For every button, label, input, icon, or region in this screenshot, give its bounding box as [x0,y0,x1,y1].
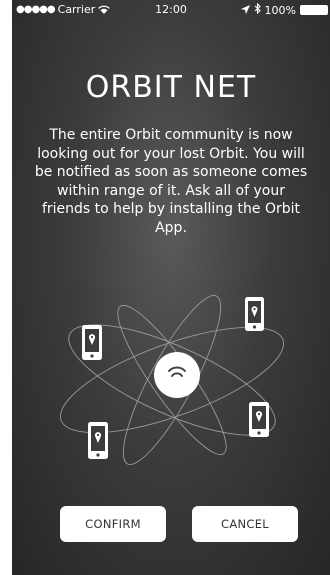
orbit-network-illustration [59,295,285,465]
status-bar: ●●●●● Carrier 12:00 100% [12,0,330,20]
orbit-device-icon [154,352,200,398]
cancel-button[interactable]: CANCEL [192,506,298,542]
location-arrow-icon [240,4,250,17]
phone-location-icon [245,297,264,331]
phone-location-icon [249,402,269,437]
page-title: ORBIT NET [85,70,257,105]
bluetooth-icon [254,2,261,17]
phone-location-icon [82,325,102,360]
phone-location-icon [88,422,108,459]
orbit-net-screen: ●●●●● Carrier 12:00 100% ORBIT NET The e… [12,0,330,575]
confirm-button[interactable]: CONFIRM [60,506,166,542]
status-right: 100% [240,2,328,17]
battery-percentage: 100% [264,3,296,17]
description-text: The entire Orbit community is now lookin… [34,127,308,236]
battery-icon [300,5,328,15]
